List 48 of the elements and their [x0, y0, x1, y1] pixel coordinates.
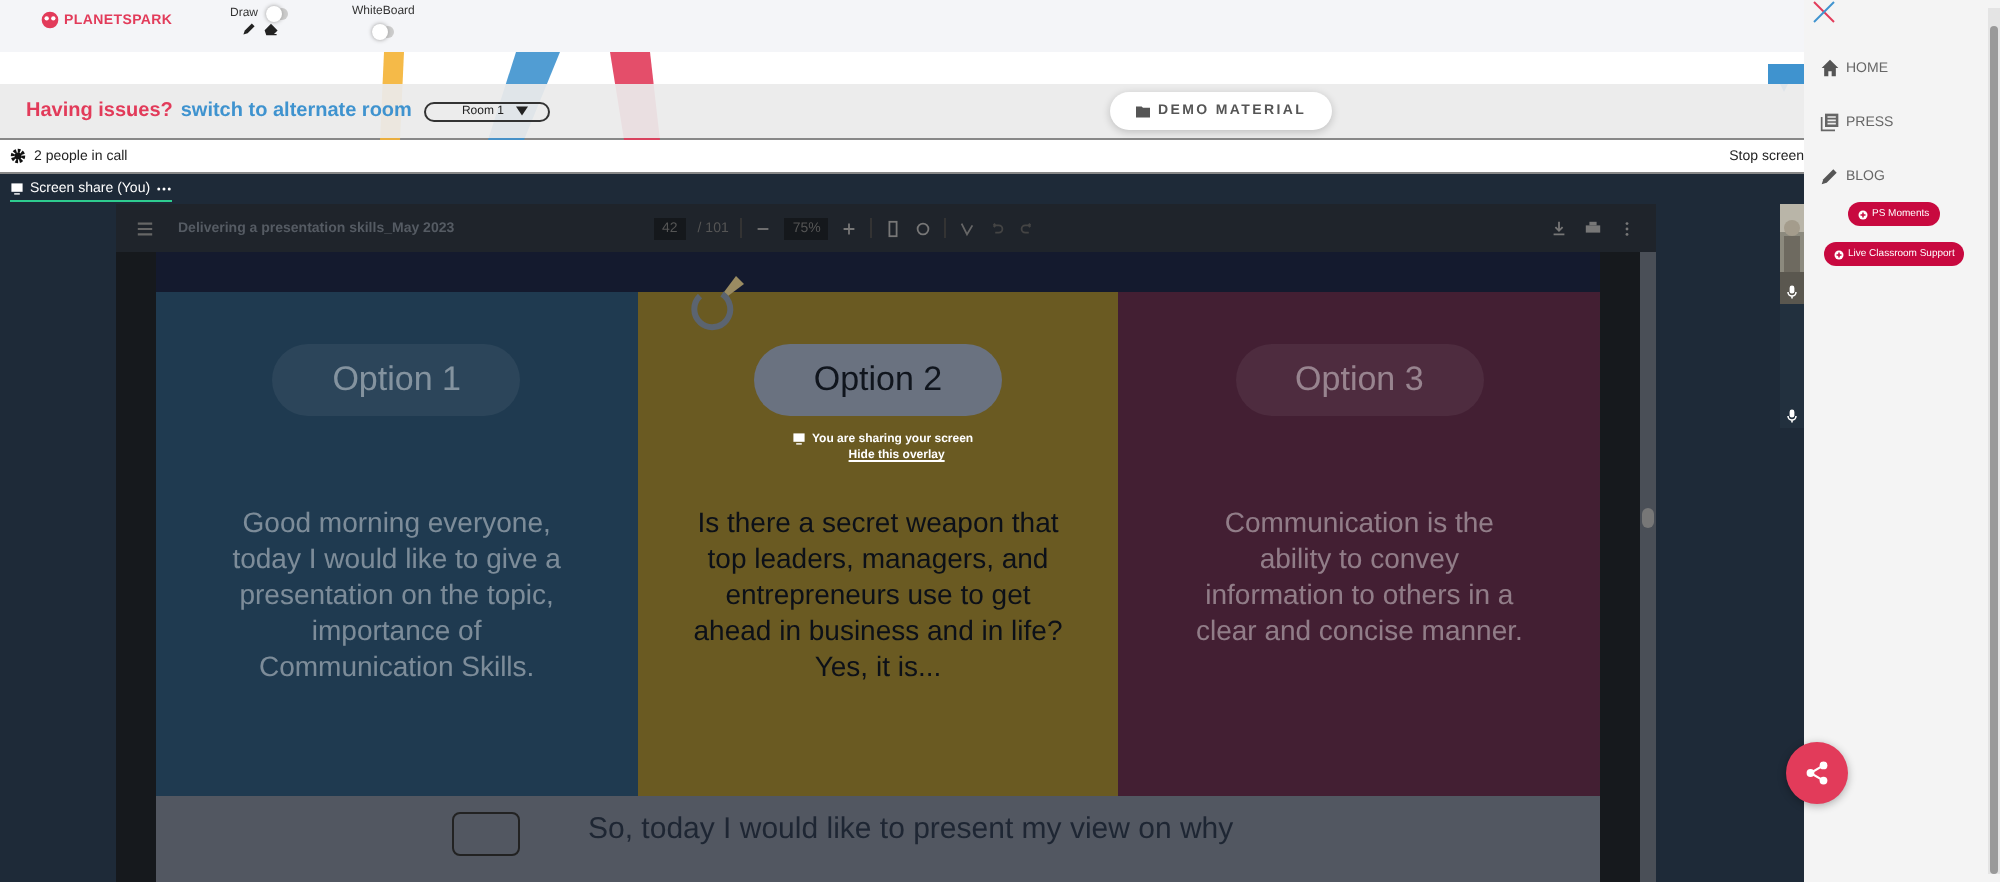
screen-icon [792, 432, 806, 446]
option-text-line: Yes, it is... [814, 648, 942, 684]
menu-icon[interactable] [136, 219, 154, 237]
draw-toggle[interactable] [266, 8, 289, 20]
sidebar-scrollbar[interactable] [1988, 8, 2000, 874]
option-text-line: entrepreneurs use to get [725, 576, 1031, 612]
annotate-icon[interactable] [958, 219, 977, 237]
option-text-line: importance of [311, 612, 482, 648]
fit-page-icon[interactable] [884, 219, 903, 237]
more-icon[interactable] [156, 185, 173, 191]
option-text-line: clear and concise manner. [1195, 612, 1523, 648]
option-text-line: ahead in business and in life? [693, 612, 1063, 648]
option-text-line: Communication Skills. [258, 648, 535, 684]
plus-icon [1834, 249, 1844, 259]
download-icon[interactable] [1550, 219, 1568, 237]
folder-icon [1135, 105, 1150, 117]
issues-question: Having issues? [26, 100, 173, 122]
settings-icon[interactable] [10, 148, 26, 164]
scrollbar[interactable] [1640, 252, 1656, 882]
icon-frame [452, 812, 520, 856]
pencil-icon[interactable] [241, 22, 255, 36]
microphone-icon[interactable] [1784, 284, 1800, 300]
zoom-in-icon[interactable] [840, 219, 859, 237]
eraser-icon[interactable] [263, 22, 277, 36]
option-text-line: information to others in a [1205, 576, 1514, 612]
option-text-line: Communication is the [1224, 504, 1494, 540]
close-icon[interactable] [1812, 0, 1836, 24]
screen-icon [10, 181, 24, 195]
option-text-line: presentation on the topic, [239, 576, 554, 612]
option-text-line: Good morning everyone, [242, 504, 551, 540]
option-label: Option 1 [272, 344, 521, 416]
share-icon [1804, 760, 1830, 786]
microphone-icon[interactable] [1784, 408, 1800, 424]
home-icon [1820, 58, 1840, 78]
option-label: Option 2 [753, 344, 1003, 416]
mascot-icon [40, 10, 60, 30]
newspaper-icon [1820, 112, 1840, 132]
print-icon[interactable] [1584, 219, 1602, 237]
option-text-line: Is there a secret weapon that [697, 504, 1059, 540]
rotate-icon[interactable] [914, 219, 933, 237]
caret-icon [515, 106, 528, 116]
option-text-line: ability to convey [1259, 540, 1459, 576]
whiteboard-toggle[interactable] [372, 26, 395, 38]
option-label: Option 3 [1235, 344, 1484, 416]
pencil-icon [1820, 166, 1840, 186]
option-text-line: today I would like to give a [232, 540, 561, 576]
plus-icon [1858, 209, 1868, 219]
option-text-line: top leaders, managers, and [707, 540, 1049, 576]
